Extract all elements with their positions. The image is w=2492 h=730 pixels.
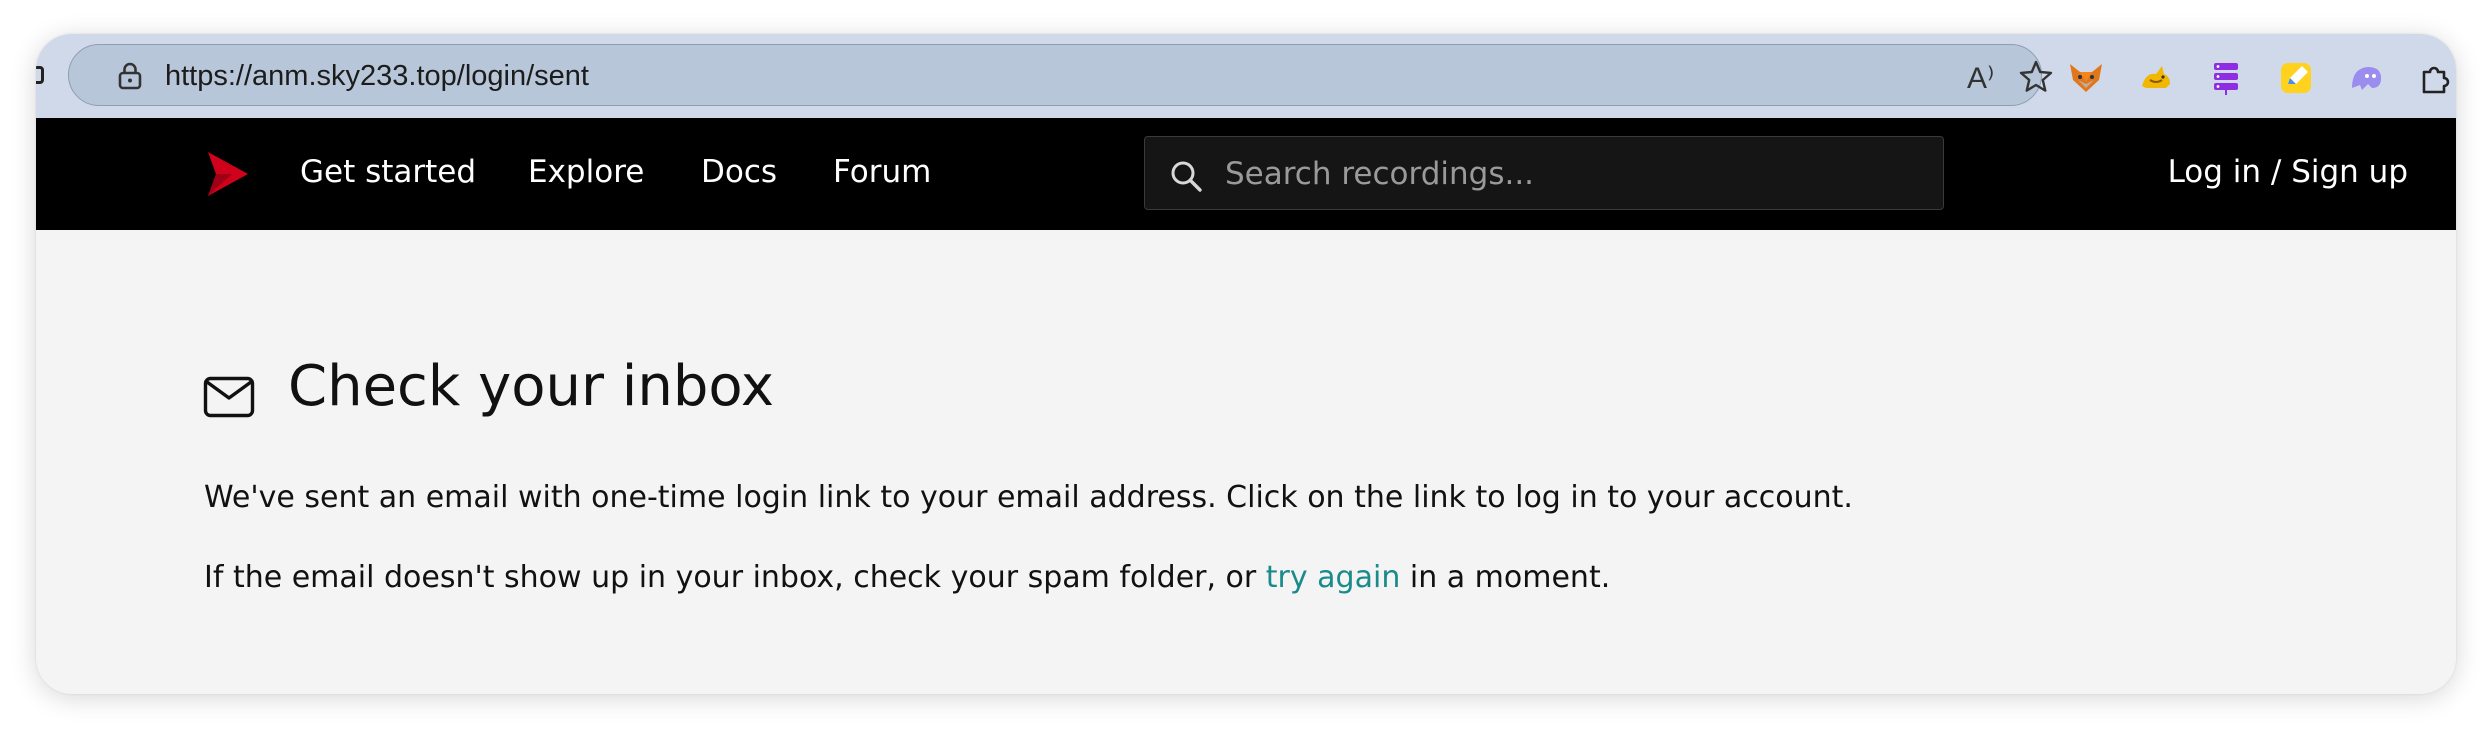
url-text[interactable]: https://anm.sky233.top/login/sent: [165, 60, 589, 93]
search-input[interactable]: [1223, 147, 1927, 201]
try-again-link[interactable]: try again: [1266, 560, 1401, 595]
nav-forum[interactable]: Forum: [833, 154, 931, 190]
spam-hint-text: If the email doesn't show up in your inb…: [204, 560, 1610, 595]
puzzle-extension-icon[interactable]: [2416, 58, 2456, 98]
main-content: Check your inbox We've sent an email wit…: [36, 230, 2456, 694]
favorite-star-icon[interactable]: [2017, 58, 2055, 96]
browser-window: https://anm.sky233.top/login/sent A⁾ Get…: [36, 34, 2456, 694]
site-header: Get started Explore Docs Forum Log in / …: [36, 118, 2456, 230]
ghost-extension-icon[interactable]: [2346, 58, 2386, 98]
sidebar-toggle-icon[interactable]: [36, 66, 44, 84]
note-extension-icon[interactable]: [2276, 58, 2316, 98]
search-icon: [1171, 161, 1202, 192]
nav-explore[interactable]: Explore: [528, 154, 644, 190]
address-bar[interactable]: https://anm.sky233.top/login/sent A⁾: [68, 44, 2053, 106]
search-box[interactable]: [1144, 136, 1944, 210]
cat-extension-icon[interactable]: [2136, 58, 2176, 98]
play-logo-icon[interactable]: [202, 148, 252, 200]
login-signup-link[interactable]: Log in / Sign up: [2168, 154, 2408, 190]
read-aloud-icon[interactable]: A⁾: [1967, 61, 2005, 95]
browser-toolbar: https://anm.sky233.top/login/sent A⁾: [36, 34, 2456, 118]
sent-confirmation-text: We've sent an email with one-time login …: [204, 480, 1853, 515]
nav-docs[interactable]: Docs: [701, 154, 777, 190]
server-extension-icon[interactable]: [2206, 58, 2246, 98]
fox-extension-icon[interactable]: [2066, 58, 2106, 98]
spam-hint-text-before: If the email doesn't show up in your inb…: [204, 560, 1266, 595]
nav-get-started[interactable]: Get started: [300, 154, 476, 190]
page-title: Check your inbox: [288, 354, 775, 419]
spam-hint-text-after: in a moment.: [1400, 560, 1611, 595]
envelope-icon: [203, 376, 255, 418]
lock-icon: [118, 62, 142, 90]
